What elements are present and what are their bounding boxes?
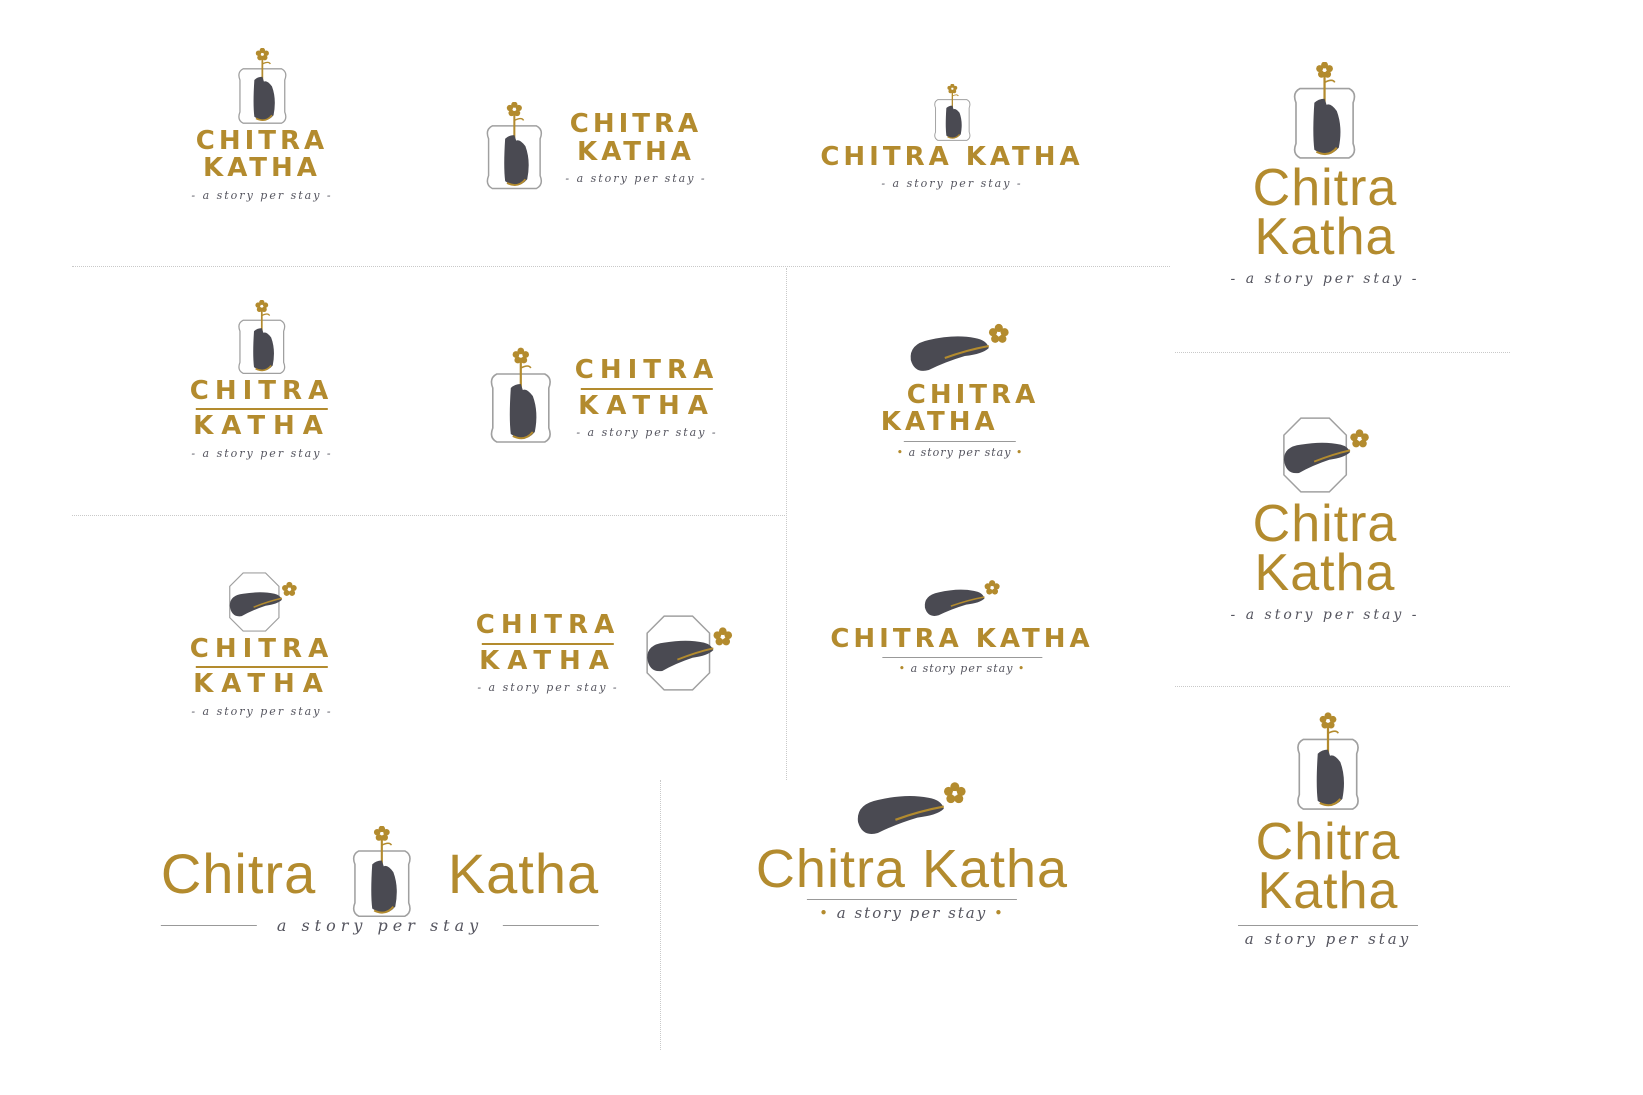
logo-line-chitra: CHITRA bbox=[189, 634, 335, 664]
logo-variant-octagon-script: Chitra Katha - a story per stay - bbox=[1231, 410, 1420, 623]
logo-line-katha: Katha bbox=[447, 842, 600, 906]
hand-flower-frame-icon bbox=[927, 84, 977, 144]
logo-line-chitra: CHITRA bbox=[195, 126, 329, 156]
logo-line-chitra: Chitra bbox=[1252, 495, 1398, 553]
tagline: - a story per stay - bbox=[565, 171, 707, 185]
logo-variant-horizontal-caps-ruled: CHITRA KATHA - a story per stay - bbox=[481, 346, 719, 450]
logo-line-chitra: Chitra bbox=[1255, 813, 1401, 871]
logo-variant-offering-hand-single-caps: CHITRA KATHA • a story per stay • bbox=[830, 574, 1093, 675]
logo-variant-octagon-stacked-caps: CHITRA KATHA - a story per stay - bbox=[190, 568, 334, 718]
rule bbox=[806, 899, 1017, 901]
divider bbox=[1175, 686, 1510, 687]
hand-offering-flower-icon bbox=[850, 778, 974, 844]
logo-line-chitra: Chitra bbox=[1252, 159, 1398, 217]
logo-variant-stacked-caps-ruled: CHITRA KATHA - a story per stay - bbox=[190, 300, 334, 460]
tagline: - a story per stay - bbox=[191, 704, 333, 718]
hand-flower-frame-icon bbox=[227, 48, 297, 128]
logo-variant-script-stacked: Chitra Katha - a story per stay - bbox=[1231, 62, 1420, 287]
logo-wordmark: CHITRA KATHA bbox=[830, 624, 1094, 654]
tagline: a story per stay bbox=[276, 916, 484, 935]
tagline-dotted: • a story per stay • bbox=[898, 662, 1026, 676]
logo-variant-offering-hand-stacked: CHITRA KATHA • a story per stay • bbox=[881, 318, 1039, 459]
logo-line-katha: KATHA bbox=[880, 407, 999, 438]
logo-variant-caps-octagon-right: CHITRA KATHA - a story per stay - bbox=[476, 608, 740, 698]
logo-line-katha: KATHA bbox=[578, 390, 716, 421]
tagline: - a story per stay - bbox=[1230, 270, 1420, 287]
hand-flower-frame-icon bbox=[481, 346, 561, 450]
logo-variant-single-line-caps: CHITRA KATHA - a story per stay - bbox=[820, 84, 1083, 190]
logo-line-katha: KATHA bbox=[479, 645, 617, 676]
hand-flower-frame-icon bbox=[229, 300, 295, 378]
gold-rule bbox=[196, 408, 328, 411]
logo-line-chitra: Chitra bbox=[160, 842, 317, 906]
logo-line-katha: KATHA bbox=[577, 136, 695, 167]
gold-rule bbox=[482, 642, 614, 645]
tagline: - a story per stay - bbox=[1230, 606, 1420, 623]
rule bbox=[882, 657, 1042, 659]
logo-variant-horizontal-script: Chitra Katha a story per stay bbox=[160, 826, 600, 935]
tagline: - a story per stay - bbox=[576, 425, 718, 439]
hand-flower-frame-icon bbox=[1287, 710, 1369, 818]
logo-wordmark: CHITRA KATHA bbox=[820, 142, 1084, 172]
gold-rule bbox=[581, 387, 713, 390]
logo-line-katha: KATHA bbox=[203, 153, 321, 184]
tagline: - a story per stay - bbox=[191, 446, 333, 460]
logo-line-chitra: CHITRA bbox=[189, 376, 335, 406]
logo-variant-stacked-caps: CHITRA KATHA - a story per stay - bbox=[191, 48, 332, 202]
rule bbox=[160, 925, 257, 926]
divider bbox=[72, 266, 1170, 267]
hand-offering-flower-icon bbox=[905, 318, 1015, 382]
hand-offering-flower-icon bbox=[920, 574, 1004, 626]
logo-variant-offering-hand-script: Chitra Katha • a story per stay • bbox=[756, 778, 1068, 922]
logo-variant-horizontal-caps: CHITRA KATHA - a story per stay - bbox=[477, 102, 706, 194]
tagline-dotted: • a story per stay • bbox=[896, 445, 1024, 459]
tagline: - a story per stay - bbox=[191, 188, 333, 202]
divider bbox=[786, 268, 787, 780]
rule bbox=[904, 440, 1016, 442]
rule bbox=[1238, 924, 1418, 926]
logo-line-chitra: CHITRA bbox=[475, 610, 621, 641]
logo-line-chitra: CHITRA bbox=[569, 109, 703, 140]
hand-flower-octagon-icon bbox=[1273, 410, 1377, 500]
gold-rule bbox=[196, 666, 328, 669]
tagline: a story per stay bbox=[1244, 929, 1412, 948]
logo-line-chitra: CHITRA bbox=[906, 380, 1040, 410]
divider bbox=[660, 780, 661, 1050]
logo-variant-script-stacked-ruled: Chitra Katha a story per stay bbox=[1238, 710, 1418, 948]
logo-line-chitra: CHITRA bbox=[574, 355, 720, 386]
hand-flower-octagon-icon bbox=[636, 608, 740, 698]
tagline: - a story per stay - bbox=[477, 680, 619, 694]
rule bbox=[503, 925, 600, 926]
hand-flower-frame-icon bbox=[1284, 62, 1366, 164]
logo-line-katha: KATHA bbox=[193, 411, 331, 442]
logo-line-katha: Katha bbox=[1254, 544, 1396, 603]
tagline-dotted: • a story per stay • bbox=[819, 904, 1005, 923]
logo-line-katha: KATHA bbox=[193, 669, 331, 700]
hand-flower-octagon-icon bbox=[221, 568, 303, 636]
tagline: - a story per stay - bbox=[881, 177, 1023, 191]
hand-flower-frame-icon bbox=[477, 102, 551, 194]
logo-wordmark: Chitra Katha bbox=[755, 839, 1069, 899]
divider bbox=[1175, 352, 1510, 353]
logo-line-katha: Katha bbox=[1254, 208, 1396, 267]
divider bbox=[72, 515, 787, 516]
hand-flower-frame-icon bbox=[343, 826, 421, 922]
logo-line-katha: Katha bbox=[1257, 862, 1399, 921]
